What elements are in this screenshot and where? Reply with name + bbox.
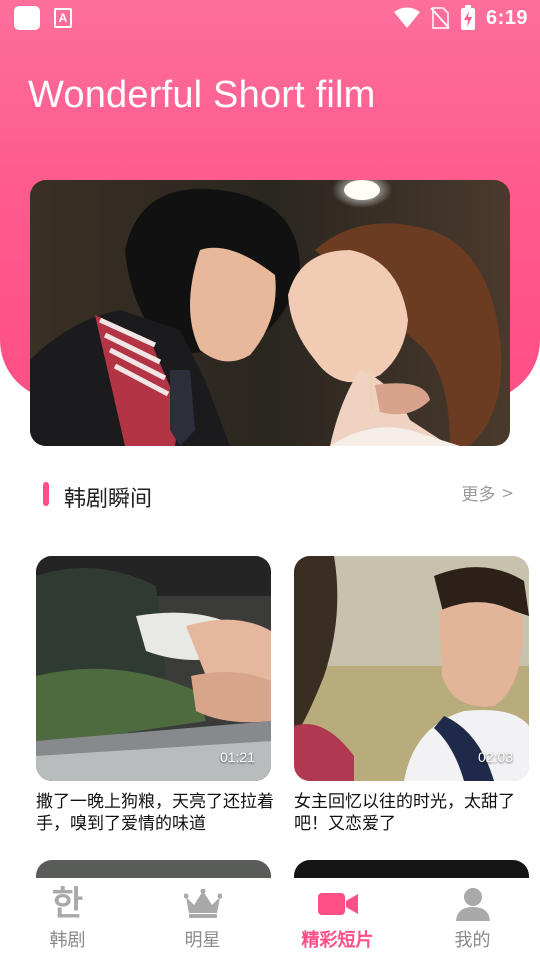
person-icon bbox=[455, 884, 491, 924]
clock-time: 6:19 bbox=[485, 6, 528, 29]
video-card[interactable]: 01:21 撒了一晚上狗粮，天亮了还拉着手，嗅到了爱情的味道 bbox=[36, 556, 274, 835]
app-icon bbox=[14, 6, 40, 30]
more-label: 更多 bbox=[461, 485, 496, 505]
video-thumbnail[interactable]: 01:21 bbox=[36, 556, 271, 781]
video-duration: 01:21 bbox=[219, 749, 255, 765]
crown-icon bbox=[183, 884, 222, 924]
nav-label: 精彩短片 bbox=[301, 930, 374, 951]
battery-charging-icon bbox=[460, 5, 475, 30]
page-title: Wonderful Short film bbox=[28, 74, 376, 116]
video-title[interactable]: 女主回忆以往的时光，太甜了吧！又恋爱了 bbox=[294, 791, 532, 835]
nav-item-short-films[interactable]: 精彩短片 bbox=[270, 878, 405, 960]
nav-label: 明星 bbox=[184, 930, 221, 951]
thumbnail-image-young-man bbox=[294, 556, 529, 781]
video-duration: 02:03 bbox=[477, 749, 513, 765]
more-link[interactable]: 更多 > bbox=[461, 480, 514, 506]
video-card[interactable]: 02:03 女主回忆以往的时光，太甜了吧！又恋爱了 bbox=[294, 556, 529, 835]
nav-item-stars[interactable]: 明星 bbox=[135, 878, 270, 960]
bottom-navigation: 한 韩剧 明星 精彩短片 我的 bbox=[0, 878, 540, 960]
video-title[interactable]: 撒了一晚上狗粮，天亮了还拉着手，嗅到了爱情的味道 bbox=[36, 791, 274, 835]
video-thumbnail[interactable]: 02:03 bbox=[294, 556, 529, 781]
section-accent-bar bbox=[43, 482, 49, 506]
video-camera-icon bbox=[317, 884, 358, 924]
a-icon: A bbox=[54, 8, 72, 28]
banner-image bbox=[30, 180, 510, 446]
han-character-icon: 한 bbox=[51, 884, 84, 924]
nav-item-mine[interactable]: 我的 bbox=[405, 878, 540, 960]
nav-item-korean-drama[interactable]: 한 韩剧 bbox=[0, 878, 135, 960]
status-bar: A 6:19 bbox=[0, 0, 540, 36]
section-title: 韩剧瞬间 bbox=[64, 487, 153, 512]
thumbnail-image-holding-hands bbox=[36, 556, 271, 781]
nav-label: 我的 bbox=[454, 930, 491, 951]
no-sim-icon bbox=[430, 7, 450, 29]
featured-banner[interactable] bbox=[30, 180, 510, 446]
wifi-icon bbox=[393, 7, 420, 28]
chevron-right-icon: > bbox=[501, 483, 514, 502]
section-header: 韩剧瞬间 更多 > bbox=[0, 478, 540, 512]
nav-label: 韩剧 bbox=[49, 930, 86, 951]
